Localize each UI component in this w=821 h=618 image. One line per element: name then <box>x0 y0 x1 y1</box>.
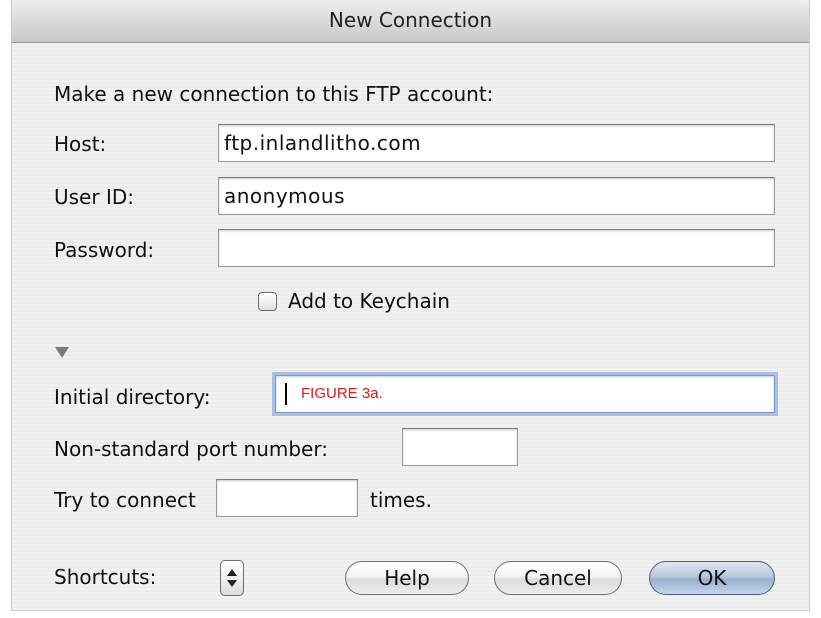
cancel-button[interactable]: Cancel <box>494 561 622 595</box>
help-button[interactable]: Help <box>345 561 469 595</box>
down-arrow-icon <box>227 580 237 587</box>
figure-annotation: FIGURE 3a. <box>301 385 383 402</box>
port-input[interactable] <box>402 428 518 466</box>
retries-label: Try to connect <box>54 488 196 512</box>
add-to-keychain-label: Add to Keychain <box>288 289 450 313</box>
user-id-input[interactable]: anonymous <box>218 177 775 215</box>
password-input[interactable] <box>218 229 775 267</box>
intro-text: Make a new connection to this FTP accoun… <box>54 82 494 106</box>
password-label: Password: <box>54 238 155 262</box>
title-bar[interactable]: New Connection <box>12 0 809 43</box>
add-to-keychain-checkbox[interactable] <box>258 292 277 311</box>
new-connection-dialog: New Connection Make a new connection to … <box>11 0 810 611</box>
user-id-label: User ID: <box>54 185 134 209</box>
dialog-title: New Connection <box>328 8 493 32</box>
shortcuts-label: Shortcuts: <box>54 565 157 589</box>
initial-directory-input[interactable]: FIGURE 3a. <box>275 375 775 413</box>
disclosure-triangle-down-icon[interactable] <box>55 347 69 358</box>
up-arrow-icon <box>227 569 237 576</box>
shortcuts-stepper[interactable] <box>220 560 244 596</box>
retries-suffix-label: times. <box>370 488 432 512</box>
text-caret <box>285 383 287 405</box>
retries-input[interactable] <box>216 479 358 517</box>
host-label: Host: <box>54 132 107 156</box>
host-input[interactable]: ftp.inlandlitho.com <box>218 124 775 162</box>
ok-button[interactable]: OK <box>649 561 775 595</box>
initial-directory-label: Initial directory: <box>54 385 211 409</box>
port-label: Non-standard port number: <box>54 437 328 461</box>
